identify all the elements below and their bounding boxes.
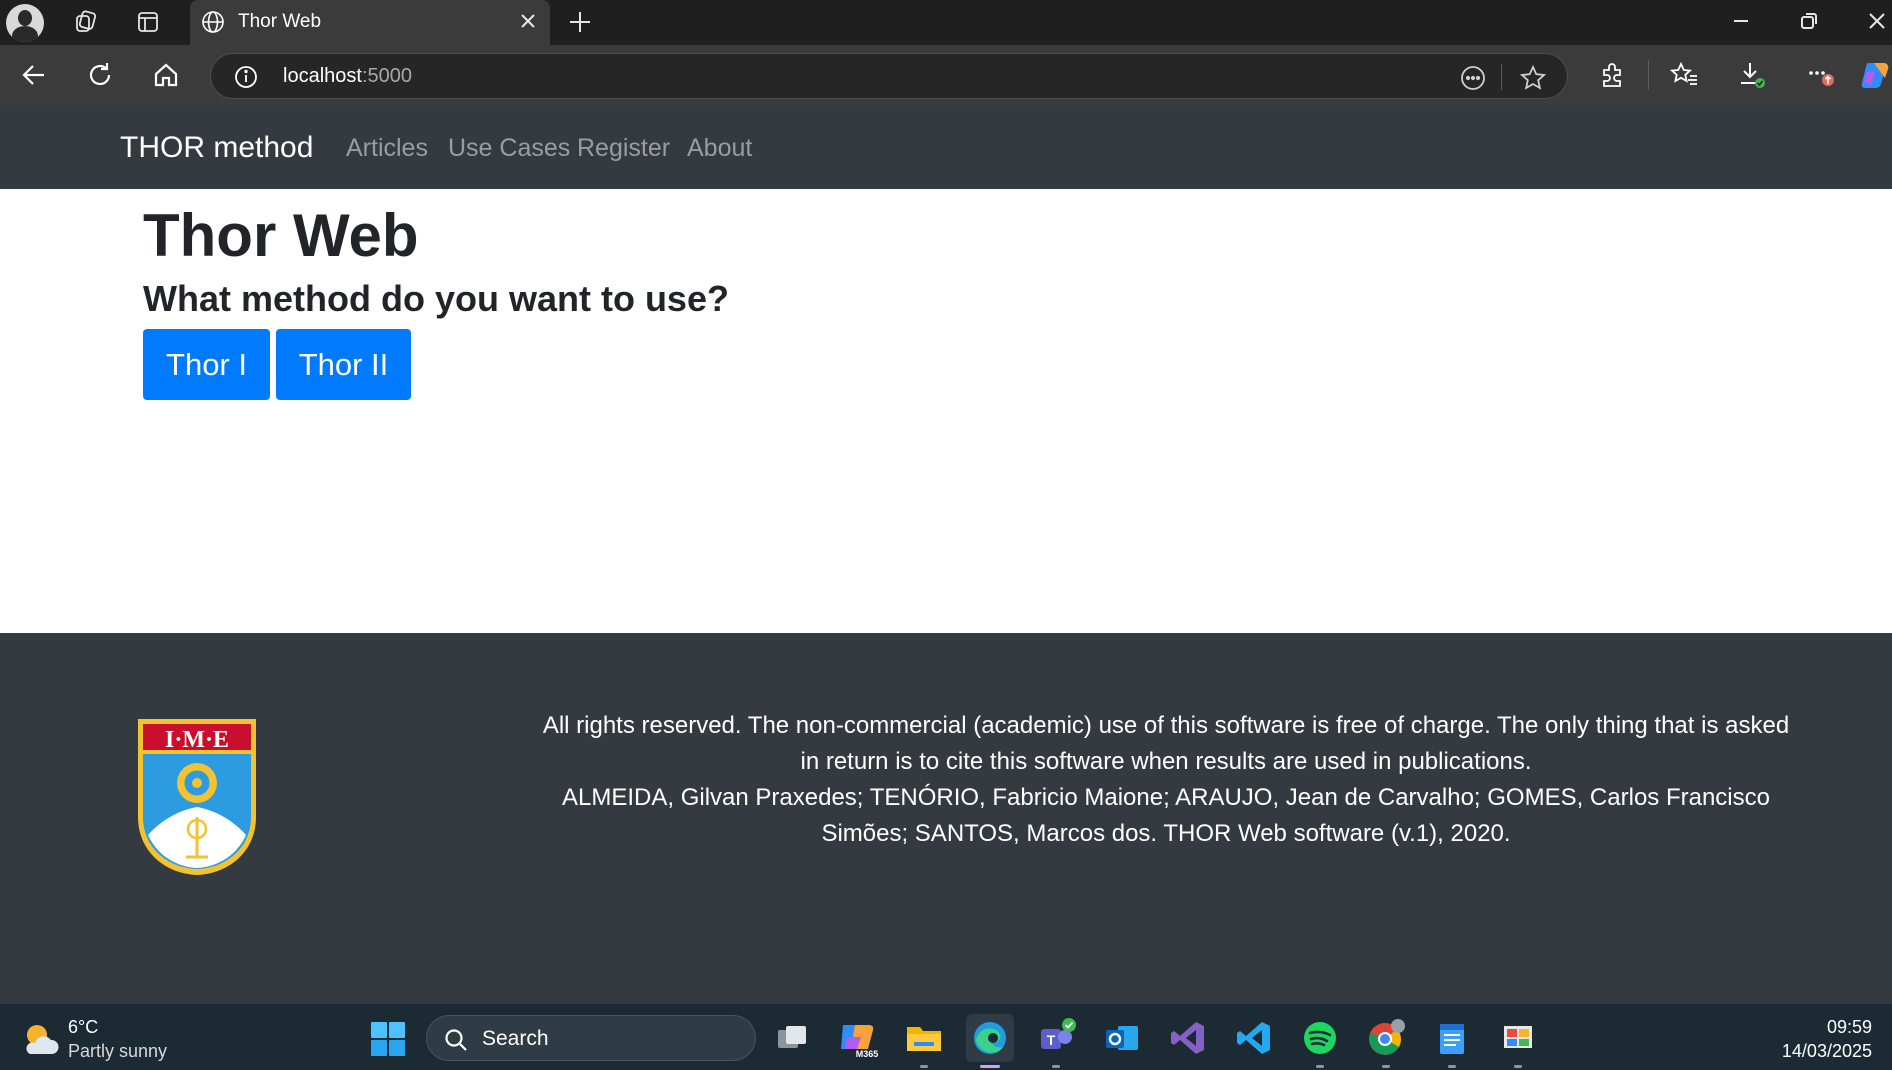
- close-tab-icon[interactable]: [516, 9, 540, 38]
- weather-description[interactable]: Partly sunny: [68, 1041, 167, 1062]
- search-icon: [445, 1029, 467, 1051]
- workspaces-icon[interactable]: [66, 5, 106, 39]
- navbar-brand[interactable]: THOR method: [120, 131, 313, 165]
- copilot-icon[interactable]: [1856, 55, 1892, 95]
- tab-thor-web[interactable]: Thor Web: [190, 0, 550, 45]
- vs-code-icon[interactable]: [1230, 1014, 1278, 1062]
- favorites-icon[interactable]: [1664, 55, 1704, 95]
- search-label: Search: [482, 1027, 549, 1050]
- thor-ii-button[interactable]: Thor II: [276, 329, 411, 400]
- restore-icon[interactable]: [1794, 6, 1824, 41]
- file-explorer-icon[interactable]: [900, 1014, 948, 1068]
- close-window-icon[interactable]: [1862, 6, 1892, 41]
- new-tab-icon[interactable]: [562, 4, 598, 45]
- address-bar[interactable]: localhost:5000: [210, 53, 1568, 99]
- site-info-icon[interactable]: [233, 64, 259, 95]
- nav-link-use-cases[interactable]: Use Cases: [448, 134, 570, 163]
- url-text[interactable]: localhost:5000: [283, 65, 412, 88]
- settings-more-icon[interactable]: [1800, 55, 1840, 95]
- nav-link-articles[interactable]: Articles: [346, 134, 428, 163]
- control-panel-icon[interactable]: [1494, 1014, 1542, 1068]
- method-question: What method do you want to use?: [143, 278, 729, 319]
- crest-lettering: I·M·E: [165, 727, 229, 753]
- clock-time[interactable]: 09:59: [1827, 1017, 1872, 1038]
- teams-icon[interactable]: T: [1032, 1014, 1080, 1068]
- task-view-icon[interactable]: [768, 1014, 816, 1062]
- toolbar-divider: [1648, 60, 1649, 90]
- edge-browser-icon[interactable]: [966, 1014, 1014, 1068]
- partly-sunny-icon[interactable]: [20, 1020, 60, 1058]
- vertical-tabs-icon[interactable]: [128, 5, 168, 39]
- visual-studio-icon[interactable]: [1164, 1014, 1212, 1062]
- extensions-icon[interactable]: [1592, 55, 1632, 95]
- m365-icon[interactable]: M365: [834, 1014, 882, 1062]
- copyright-notice: All rights reserved. The non-commercial …: [542, 712, 1790, 775]
- footer-copyright: All rights reserved. The non-commercial …: [540, 708, 1792, 852]
- thor-i-button[interactable]: Thor I: [143, 329, 270, 400]
- globe-icon: [200, 9, 226, 40]
- back-icon[interactable]: [14, 55, 54, 95]
- minimize-icon[interactable]: [1726, 6, 1756, 41]
- profile-avatar[interactable]: [6, 4, 44, 42]
- page-title: Thor Web: [143, 202, 419, 269]
- reading-mode-icon[interactable]: [1459, 64, 1487, 97]
- favorite-star-icon[interactable]: [1519, 64, 1547, 97]
- citation-text: ALMEIDA, Gilvan Praxedes; TENÓRIO, Fabri…: [562, 784, 1770, 847]
- downloads-icon[interactable]: [1732, 55, 1772, 95]
- outlook-icon[interactable]: [1098, 1014, 1146, 1062]
- chrome-icon[interactable]: [1362, 1014, 1410, 1068]
- home-icon[interactable]: [146, 55, 186, 95]
- windows-start-icon[interactable]: [370, 1021, 406, 1057]
- spotify-icon[interactable]: [1296, 1014, 1344, 1068]
- site-navbar: THOR method Articles Use Cases Register …: [0, 105, 1892, 189]
- clock-date[interactable]: 14/03/2025: [1782, 1041, 1872, 1062]
- browser-tab-strip: Thor Web: [0, 0, 1892, 45]
- ime-crest-logo: I·M·E: [138, 719, 256, 875]
- nav-link-register[interactable]: Register: [577, 134, 670, 163]
- nav-link-about[interactable]: About: [687, 134, 752, 163]
- taskbar-search[interactable]: Search: [426, 1015, 756, 1061]
- browser-toolbar: localhost:5000: [0, 45, 1892, 105]
- address-bar-divider: [1501, 64, 1502, 90]
- svg-text:T: T: [1047, 1032, 1056, 1048]
- svg-text:M365: M365: [856, 1049, 879, 1059]
- site-footer: I·M·E All rights reserved. The non-comme…: [0, 633, 1892, 1003]
- weather-temperature[interactable]: 6°C: [68, 1017, 98, 1038]
- tab-title: Thor Web: [238, 11, 322, 32]
- notepad-icon[interactable]: [1428, 1014, 1476, 1068]
- windows-taskbar: 6°C Partly sunny Search M365 T 09:59 14/…: [0, 1003, 1892, 1070]
- refresh-icon[interactable]: [80, 55, 120, 95]
- main-content: Thor Web What method do you want to use?…: [0, 189, 1892, 633]
